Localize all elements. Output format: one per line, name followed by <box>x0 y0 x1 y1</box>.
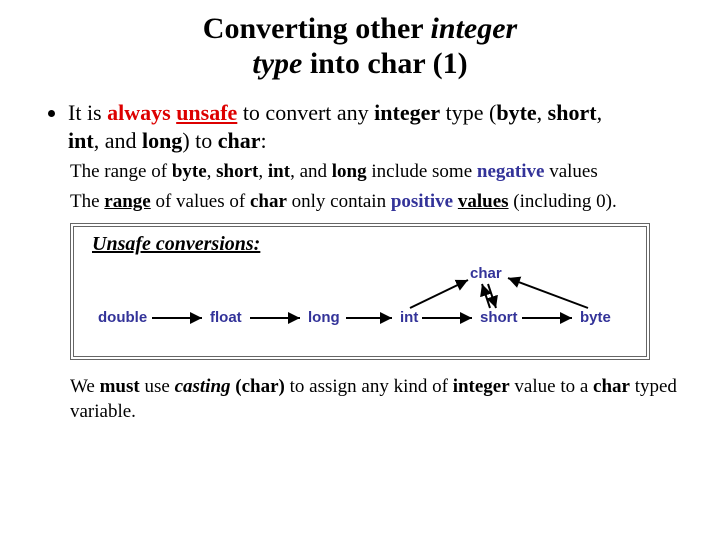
t: value to a <box>510 376 593 397</box>
t: to convert any <box>237 100 374 125</box>
t: , <box>258 161 268 182</box>
t: include some <box>367 161 477 182</box>
t: long <box>142 128 182 153</box>
t: range <box>104 191 150 212</box>
t: , <box>597 100 603 125</box>
t: (including 0). <box>509 191 617 212</box>
title-italic-1: integer <box>431 12 518 45</box>
t: The range of <box>70 161 172 182</box>
t: short <box>216 161 258 182</box>
type-char: char <box>470 265 502 282</box>
diagram-box: Unsafe conversions: double float long in… <box>70 223 650 360</box>
type-float: float <box>210 309 242 326</box>
t: ) to <box>182 128 217 153</box>
title-text-2: into char (1) <box>302 47 467 80</box>
t: char <box>218 128 261 153</box>
sub-line-1: The range of byte, short, int, and long … <box>70 160 690 184</box>
t: of values of <box>151 191 250 212</box>
t: negative <box>477 161 545 182</box>
type-int: int <box>400 309 418 326</box>
t: values <box>544 161 597 182</box>
t: unsafe <box>176 100 237 125</box>
diagram-title: Unsafe conversions: <box>92 233 630 256</box>
type-double: double <box>98 309 147 326</box>
t: integer <box>374 100 440 125</box>
slide-title: Converting other integer type into char … <box>30 12 690 81</box>
t: byte <box>172 161 207 182</box>
t: char <box>250 191 287 212</box>
t: : <box>261 128 267 153</box>
t: The <box>70 191 104 212</box>
t: , and <box>94 128 142 153</box>
t: values <box>458 191 509 212</box>
title-italic-2: type <box>252 47 302 80</box>
sub-line-2: The range of values of char only contain… <box>70 190 690 214</box>
t: int <box>268 161 290 182</box>
t: We <box>70 376 100 397</box>
t: type ( <box>440 100 496 125</box>
type-long: long <box>308 309 340 326</box>
t: casting <box>175 376 231 397</box>
note-text: We must use casting (char) to assign any… <box>70 374 690 425</box>
slide: Converting other integer type into char … <box>0 0 720 435</box>
type-byte: byte <box>580 309 611 326</box>
t: (char) <box>235 376 285 397</box>
t: long <box>332 161 367 182</box>
conversion-diagram: double float long int short byte char <box>90 264 650 342</box>
t: int <box>68 128 94 153</box>
bullet-item: It is always unsafe to convert any integ… <box>68 99 690 154</box>
arrow-icon <box>410 280 468 308</box>
t: , and <box>290 161 332 182</box>
title-text-1: Converting other <box>203 12 431 45</box>
t: short <box>548 100 597 125</box>
t: always <box>107 100 171 125</box>
t: must <box>100 376 140 397</box>
t: , <box>207 161 217 182</box>
arrow-icon <box>508 278 588 308</box>
t: char <box>593 376 630 397</box>
t: to assign any kind of <box>285 376 453 397</box>
t: positive <box>391 191 453 212</box>
t: use <box>140 376 175 397</box>
t: It is <box>68 100 107 125</box>
type-short: short <box>480 309 518 326</box>
bullet-list: It is always unsafe to convert any integ… <box>48 99 690 154</box>
t: only contain <box>287 191 391 212</box>
t: byte <box>496 100 536 125</box>
t: , <box>537 100 548 125</box>
t: integer <box>453 376 510 397</box>
